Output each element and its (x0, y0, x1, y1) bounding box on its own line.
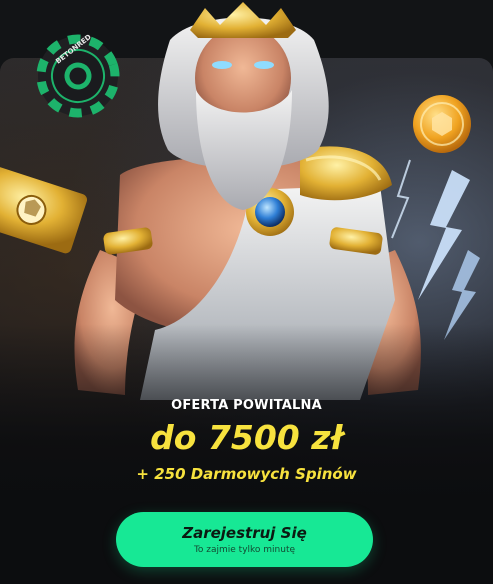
free-spins: + 250 Darmowych Spinów (136, 465, 357, 483)
gold-coin-icon (413, 95, 471, 153)
register-button[interactable]: Zarejestruj Się To zajmie tylko minutę (116, 512, 373, 567)
register-button-label: Zarejestruj Się (182, 524, 307, 542)
bonus-amount: do 7500 zł (150, 418, 343, 457)
register-button-sublabel: To zajmie tylko minutę (193, 545, 296, 555)
welcome-offer-banner: BETONRED OFERTA POWITALNA do 7500 zł + 2… (0, 0, 493, 584)
golden-ticket-icon (0, 166, 88, 254)
offer-text: OFERTA POWITALNA do 7500 zł + 250 Darmow… (0, 398, 493, 483)
offer-headline: OFERTA POWITALNA (171, 398, 322, 413)
